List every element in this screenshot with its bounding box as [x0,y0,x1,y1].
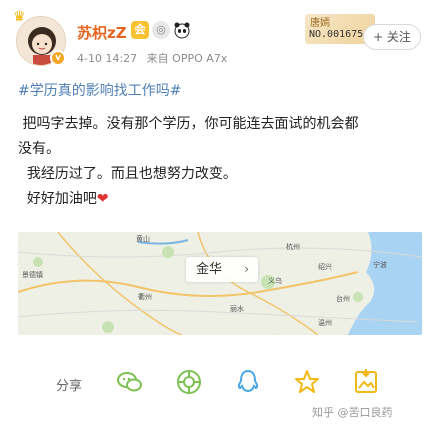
qzone-star-icon[interactable] [293,368,321,396]
chevron-right-icon: › [244,262,249,276]
post-text-line-last: 好好加油吧❤ [18,191,109,207]
heart-icon: ❤ [96,191,109,207]
post-text-line: 没有。 [18,141,60,157]
map-label: 绍兴 [318,263,332,271]
user-badges: 会 ◎ [131,21,191,39]
follow-button[interactable]: + 关注 [363,24,421,50]
map-label: 景德镇 [22,271,43,279]
topic-link[interactable]: #学历真的影响找工作吗# [18,80,181,100]
map-label: 黄山 [136,235,150,243]
map-label: 温州 [318,319,332,327]
post-meta: 4-10 14:27 来自 OPPO A7x [77,50,233,66]
fan-card-name: 唐嫣 [310,18,330,29]
map-label: 台州 [336,295,350,303]
member-badge-icon: 会 [131,21,149,39]
location-map[interactable]: 黄山 景德镇 杭州 宁波 衢州 丽水 温州 台州 义乌 绍兴 [18,232,422,335]
post-text-line: 把吗字去掉。没有那个学历，你可能连去面试的机会都 [18,116,359,132]
map-label: 衢州 [138,293,152,301]
map-label: 杭州 [286,243,300,251]
location-button[interactable]: 金华 › [186,257,258,282]
map-label: 宁波 [373,261,387,269]
share-label: 分享 [56,379,83,394]
medal-badge-icon: ◎ [152,21,170,39]
map-graphic [18,232,422,335]
watermark: 知乎 @苦口良药 [312,406,393,419]
verified-badge-icon: v [50,50,66,66]
map-label: 丽水 [230,305,244,313]
location-name: 金华 [196,262,223,277]
moments-icon[interactable] [175,368,203,396]
post-content: 把吗字去掉。没有那个学历，你可能连去面试的机会都 没有。 我经历过了。而且也想努… [18,112,428,212]
fan-card-number: NO.001675 [309,29,364,40]
post-time: 4-10 14:27 [77,52,138,65]
post-source: 来自 OPPO A7x [146,52,228,65]
panda-badge-icon [173,21,191,39]
qq-icon[interactable] [234,368,262,396]
username[interactable]: 苏枳zZ [77,22,127,43]
save-image-icon[interactable] [352,368,380,396]
map-label: 义乌 [268,277,282,285]
post-text-line: 我经历过了。而且也想努力改变。 [18,166,237,182]
crown-icon: ♛ [13,9,26,25]
wechat-icon[interactable] [116,368,144,396]
